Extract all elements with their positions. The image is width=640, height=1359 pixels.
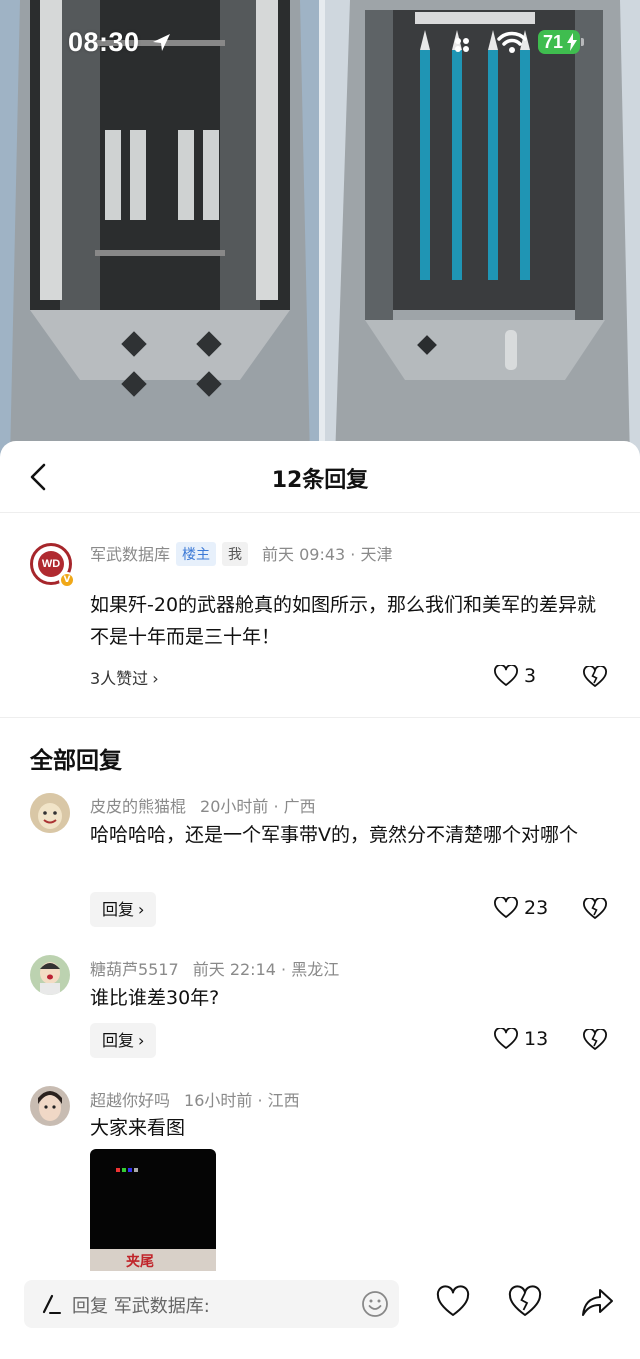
image-caption: 夹尾 [126, 1254, 154, 1270]
me-tag: 我 [222, 542, 249, 566]
avatar-image [30, 793, 70, 833]
broken-heart-icon[interactable] [508, 1285, 542, 1319]
heart-outline-icon [494, 665, 518, 686]
like-button[interactable]: 3 [494, 665, 536, 687]
page-title: 12条回复 [271, 468, 369, 493]
chevron-right-icon: › [138, 900, 145, 919]
comment-meta: 糖葫芦5517 前天 22:14 · 黑龙江 [90, 956, 339, 980]
avatar-image [30, 1086, 70, 1126]
avatar-logo: WD [38, 551, 64, 577]
like-button[interactable]: 13 [494, 1028, 548, 1050]
section-title: 全部回复 [30, 748, 122, 774]
status-time: 08:30 [68, 27, 140, 57]
comment-text: 谁比谁差30年? [90, 987, 220, 1009]
comment-author[interactable]: 糖葫芦5517 [90, 960, 179, 979]
like-count: 3 [524, 665, 537, 687]
broken-heart-icon[interactable] [583, 898, 607, 920]
pen-icon [42, 1294, 61, 1314]
charging-bolt-icon [567, 33, 577, 51]
cellular-signal-icon [455, 38, 469, 52]
avatar[interactable] [30, 793, 70, 833]
heart-outline-icon[interactable] [436, 1285, 470, 1319]
chevron-right-icon: › [152, 669, 159, 688]
reply-button[interactable]: 回复 › [90, 1023, 157, 1058]
broken-heart-icon[interactable] [583, 1029, 607, 1051]
comment-author[interactable]: 超越你好吗 [90, 1091, 170, 1110]
chevron-right-icon: › [138, 1031, 145, 1050]
verified-badge-icon: V [59, 572, 75, 588]
avatar[interactable] [30, 955, 70, 995]
heart-outline-icon [494, 897, 518, 918]
likers-link[interactable]: 3人赞过 › [90, 665, 159, 689]
sheet-header: 12条回复 [0, 441, 640, 513]
replies-sheet: 12条回复 WD V 军武数据库 楼主我前天 09:43 · 天津 如果歼-20的… [0, 441, 640, 1359]
like-count: 13 [524, 1028, 549, 1050]
comment-time-location: 16小时前 · 江西 [184, 1091, 300, 1110]
likers-label: 3人赞过 [90, 669, 149, 688]
avatar-image [30, 955, 70, 995]
reply-label: 回复 [102, 1031, 135, 1050]
status-bar: 08:30 71 [0, 0, 640, 88]
battery-tip [581, 38, 584, 46]
post-author[interactable]: 军武数据库 [90, 545, 170, 564]
like-button[interactable]: 23 [494, 897, 548, 919]
post-time-location: 前天 09:43 · 天津 [262, 545, 393, 564]
avatar[interactable] [30, 1086, 70, 1126]
wifi-icon [497, 31, 527, 53]
comment-meta: 皮皮的熊猫棍 20小时前 · 广西 [90, 793, 316, 817]
post-text: 如果歼-20的武器舱真的如图所示，那么我们和美军的差异就不是十年而是三十年！ [90, 594, 597, 648]
battery-level: 71 [543, 32, 564, 52]
comment-meta: 超越你好吗 16小时前 · 江西 [90, 1087, 300, 1111]
post-images: 08:30 71 [0, 0, 640, 460]
avatar[interactable]: WD V [30, 543, 75, 588]
reply-label: 回复 [102, 900, 135, 919]
comment-text: 大家来看图 [90, 1117, 186, 1139]
comment-text: 哈哈哈哈，还是一个军事带V的，竟然分不清楚哪个对哪个 [90, 824, 578, 846]
comment-image[interactable]: 夹尾 [90, 1149, 216, 1277]
reply-input[interactable]: 回复 军武数据库: [24, 1280, 399, 1328]
image-dots [116, 1157, 140, 1176]
battery-indicator: 71 [538, 30, 580, 54]
like-count: 23 [524, 897, 549, 919]
comment-time-location: 前天 22:14 · 黑龙江 [192, 960, 340, 979]
heart-outline-icon [494, 1028, 518, 1049]
broken-heart-icon[interactable] [583, 666, 607, 688]
location-arrow-icon [153, 34, 170, 51]
reply-bar: 回复 军武数据库: [0, 1271, 640, 1359]
owner-tag: 楼主 [176, 542, 217, 566]
reply-button[interactable]: 回复 › [90, 892, 157, 927]
smile-icon[interactable] [361, 1290, 389, 1318]
comment-author[interactable]: 皮皮的熊猫棍 [90, 797, 186, 816]
comment-time-location: 20小时前 · 广西 [200, 797, 316, 816]
reply-placeholder: 回复 军武数据库: [72, 1296, 210, 1317]
post-meta: 军武数据库 楼主我前天 09:43 · 天津 [90, 541, 392, 566]
divider [0, 717, 640, 718]
share-arrow-icon[interactable] [580, 1285, 614, 1319]
